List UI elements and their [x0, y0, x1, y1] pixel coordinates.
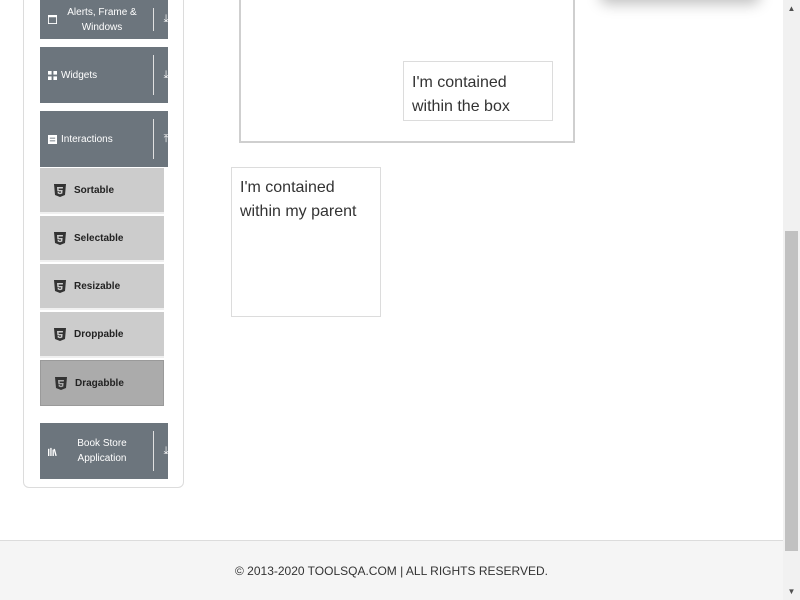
html5-icon: [54, 327, 66, 341]
grid-icon: [48, 70, 57, 80]
sidebar-item-sortable[interactable]: Sortable: [40, 168, 164, 214]
scrollbar-thumb[interactable]: [785, 231, 798, 551]
group-label: Widgets: [61, 69, 98, 81]
sidebar-item-resizable[interactable]: Resizable: [40, 264, 164, 310]
sidebar-group-interactions[interactable]: Interactions ⤒: [40, 111, 168, 167]
scroll-down-arrow-icon[interactable]: ▼: [783, 583, 800, 600]
sidebar-item-selectable[interactable]: Selectable: [40, 216, 164, 262]
group-label: Interactions: [61, 133, 113, 145]
sidebar-item-droppable[interactable]: Droppable: [40, 312, 164, 358]
list-icon: [48, 134, 57, 144]
sidebar-group-book-store-application[interactable]: Book Store Application ⤓: [40, 423, 168, 479]
group-label: Alerts, Frame & Windows: [67, 6, 137, 33]
vertical-scrollbar[interactable]: ▲ ▼: [783, 0, 800, 600]
download-arrow-icon[interactable]: ⤓: [154, 445, 178, 458]
html5-icon: [54, 279, 66, 293]
footer-copyright: © 2013-2020 TOOLSQA.COM | ALL RIGHTS RES…: [235, 563, 548, 578]
sidebar-item-label: Selectable: [74, 232, 124, 244]
download-arrow-icon[interactable]: ⤓: [154, 69, 178, 82]
sidebar-item-dragabble[interactable]: Dragabble: [40, 360, 164, 406]
sidebar-item-label: Sortable: [74, 184, 115, 196]
html5-icon: [54, 183, 66, 197]
page-viewport: Alerts, Frame & Windows ⤓ Widgets ⤓ Inte…: [0, 0, 783, 600]
group-label: Book Store Application: [77, 438, 127, 464]
sidebar-group-widgets[interactable]: Widgets ⤓: [40, 47, 168, 103]
upload-arrow-icon[interactable]: ⤒: [154, 133, 178, 146]
scroll-up-arrow-icon[interactable]: ▲: [783, 0, 800, 17]
sidebar-item-label: Droppable: [74, 328, 124, 340]
draggable-contained-in-box[interactable]: I'm contained within the box: [403, 61, 553, 121]
page-footer: © 2013-2020 TOOLSQA.COM | ALL RIGHTS RES…: [0, 540, 783, 600]
draggable-contained-in-parent[interactable]: I'm contained within my parent: [231, 167, 381, 317]
window-icon: [48, 15, 57, 24]
download-arrow-icon[interactable]: ⤓: [154, 13, 178, 26]
html5-icon: [55, 376, 67, 390]
sidebar-group-alerts-frame-windows[interactable]: Alerts, Frame & Windows ⤓: [40, 0, 168, 39]
sidebar-item-label: Resizable: [74, 280, 121, 292]
books-icon: [48, 447, 57, 456]
sidebar-item-label: Dragabble: [75, 377, 124, 389]
html5-icon: [54, 231, 66, 245]
